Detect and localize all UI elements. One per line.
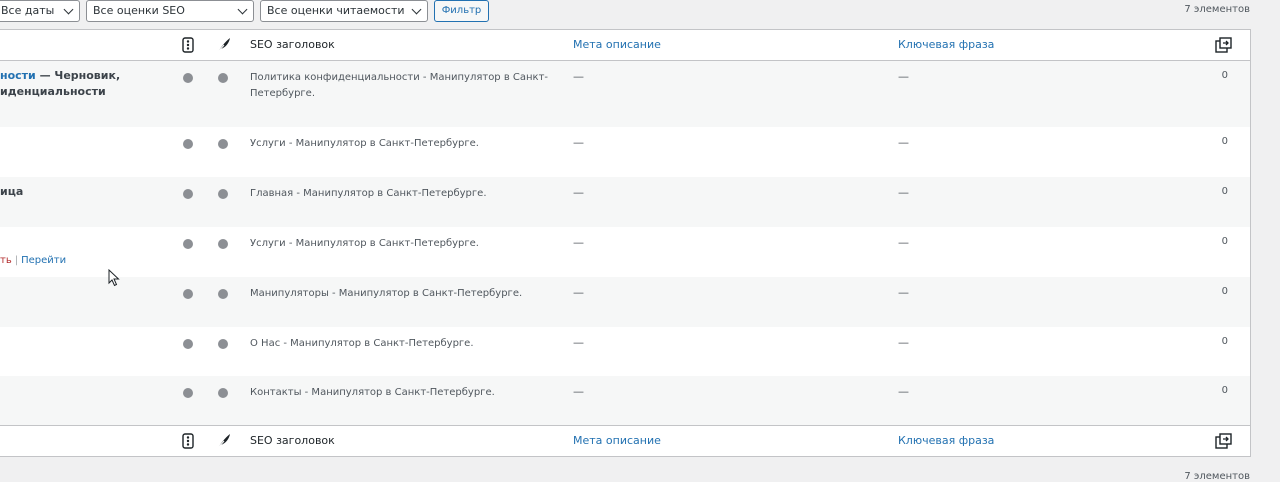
seo-score-dot <box>183 239 193 249</box>
table-header: SEO заголовок Мета описание Ключевая фра… <box>0 30 1250 61</box>
mouse-cursor-icon <box>108 268 120 290</box>
col-seo-title[interactable]: SEO заголовок <box>250 434 335 447</box>
seo-score-dot <box>183 189 193 199</box>
date-filter-select[interactable]: Все даты <box>0 0 80 22</box>
seo-title-cell: О Нас - Манипулятор в Санкт-Петербурге. <box>250 338 474 349</box>
seo-title-cell: Главная - Манипулятор в Санкт-Петербурге… <box>250 188 487 199</box>
col-keyphrase[interactable]: Ключевая фраза <box>898 38 994 51</box>
date-filter-value: Все даты <box>1 4 55 17</box>
seo-score-dot <box>183 289 193 299</box>
table-row: ности — Черновик, иденциальности Политик… <box>0 61 1250 127</box>
links-count-cell: 0 <box>1221 336 1228 347</box>
readability-feather-icon[interactable] <box>217 37 231 56</box>
outgoing-links-icon[interactable] <box>1215 433 1233 452</box>
post-title-line2: иденциальности <box>0 85 106 98</box>
seo-score-dot <box>183 388 193 398</box>
col-keyphrase[interactable]: Ключевая фраза <box>898 434 994 447</box>
readability-score-dot <box>218 139 228 149</box>
links-count-cell: 0 <box>1221 70 1228 81</box>
outgoing-links-icon[interactable] <box>1215 37 1233 56</box>
keyphrase-cell: — <box>898 236 909 249</box>
filters-bar: Все даты Все оценки SEO Все оценки читае… <box>0 0 1280 24</box>
keyphrase-cell: — <box>898 336 909 349</box>
seo-score-dot <box>183 73 193 83</box>
post-state: — Черновик, <box>35 69 121 82</box>
links-count-cell: 0 <box>1221 186 1228 197</box>
col-seo-title[interactable]: SEO заголовок <box>250 38 335 51</box>
table-row: Услуги - Манипулятор в Санкт-Петербурге.… <box>0 127 1250 177</box>
table-row: О Нас - Манипулятор в Санкт-Петербурге. … <box>0 327 1250 376</box>
chevron-down-icon <box>237 4 248 15</box>
view-link[interactable]: Перейти <box>21 255 66 266</box>
seo-title-cell: Услуги - Манипулятор в Санкт-Петербурге. <box>250 238 479 249</box>
links-count-cell: 0 <box>1221 236 1228 247</box>
keyphrase-cell: — <box>898 70 909 83</box>
items-count-bottom: 7 элементов <box>1184 471 1250 482</box>
readability-score-dot <box>218 339 228 349</box>
meta-description-cell: — <box>573 70 584 83</box>
table-row: ица Главная - Манипулятор в Санкт-Петерб… <box>0 177 1250 227</box>
keyphrase-cell: — <box>898 286 909 299</box>
seo-score-dot <box>183 339 193 349</box>
row-actions: ть | Перейти <box>0 255 66 266</box>
seo-filter-value: Все оценки SEO <box>93 4 185 17</box>
chevron-down-icon <box>411 4 422 15</box>
col-meta-description[interactable]: Мета описание <box>573 434 661 447</box>
readability-filter-value: Все оценки читаемости <box>267 4 405 17</box>
seo-title-cell: Политика конфиденциальности - Манипулято… <box>250 72 549 99</box>
posts-table: SEO заголовок Мета описание Ключевая фра… <box>0 29 1251 457</box>
table-row: Контакты - Манипулятор в Санкт-Петербург… <box>0 376 1250 425</box>
readability-score-dot <box>218 289 228 299</box>
seo-title-cell: Контакты - Манипулятор в Санкт-Петербург… <box>250 387 495 398</box>
table-row: Манипуляторы - Манипулятор в Санкт-Петер… <box>0 277 1250 327</box>
links-count-cell: 0 <box>1221 136 1228 147</box>
table-row: ть | Перейти Услуги - Манипулятор в Санкт-… <box>0 227 1250 277</box>
readability-filter-select[interactable]: Все оценки читаемости <box>260 0 428 22</box>
post-title-link[interactable]: ности <box>0 69 36 82</box>
chevron-down-icon <box>63 4 74 15</box>
meta-description-cell: — <box>573 336 584 349</box>
table-footer: SEO заголовок Мета описание Ключевая фра… <box>0 425 1250 456</box>
readability-feather-icon[interactable] <box>217 433 231 452</box>
meta-description-cell: — <box>573 286 584 299</box>
meta-description-cell: — <box>573 385 584 398</box>
keyphrase-cell: — <box>898 385 909 398</box>
col-meta-description[interactable]: Мета описание <box>573 38 661 51</box>
seo-score-dot <box>183 139 193 149</box>
readability-score-dot <box>218 189 228 199</box>
readability-score-dot <box>218 73 228 83</box>
delete-link[interactable]: ть <box>0 255 12 266</box>
meta-description-cell: — <box>573 186 584 199</box>
items-count-top: 7 элементов <box>1184 4 1250 15</box>
seo-title-cell: Услуги - Манипулятор в Санкт-Петербурге. <box>250 138 479 149</box>
keyphrase-cell: — <box>898 186 909 199</box>
action-separator: | <box>14 255 19 266</box>
links-count-cell: 0 <box>1221 385 1228 396</box>
keyphrase-cell: — <box>898 136 909 149</box>
post-title[interactable]: ица <box>0 184 23 200</box>
seo-score-icon[interactable] <box>182 433 194 452</box>
seo-score-filter-select[interactable]: Все оценки SEO <box>86 0 254 22</box>
filter-button[interactable]: Фильтр <box>434 0 489 22</box>
readability-score-dot <box>218 239 228 249</box>
links-count-cell: 0 <box>1221 286 1228 297</box>
post-title[interactable]: ности — Черновик, иденциальности <box>0 68 120 100</box>
readability-score-dot <box>218 388 228 398</box>
meta-description-cell: — <box>573 236 584 249</box>
meta-description-cell: — <box>573 136 584 149</box>
seo-title-cell: Манипуляторы - Манипулятор в Санкт-Петер… <box>250 288 523 299</box>
seo-score-icon[interactable] <box>182 37 194 56</box>
